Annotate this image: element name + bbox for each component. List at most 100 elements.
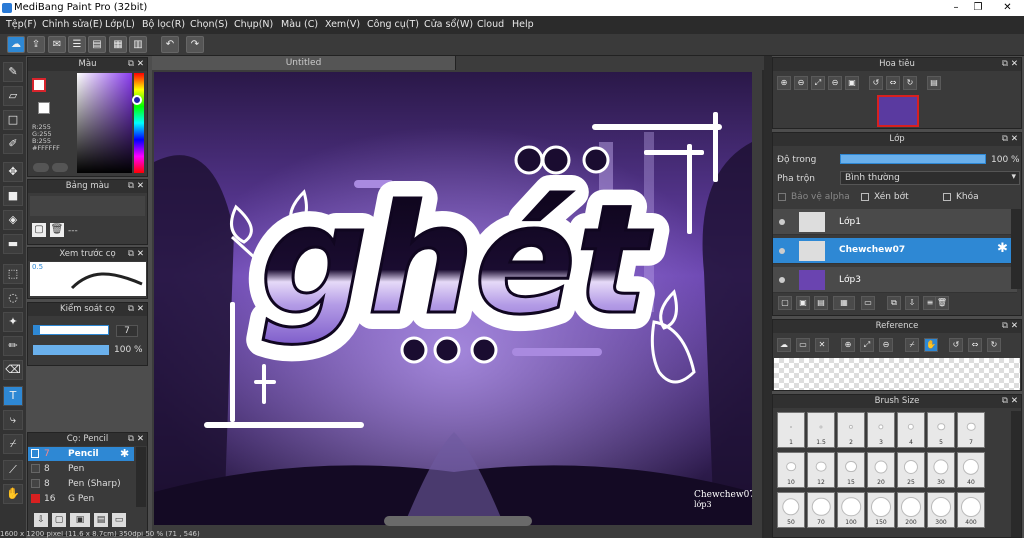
blend-mode-select[interactable]: Bình thường ▾	[840, 171, 1020, 185]
gradient-tool-icon[interactable]: ▬	[3, 234, 23, 254]
brush-size-preset[interactable]: 100	[837, 492, 865, 528]
eye-icon[interactable]	[779, 248, 785, 254]
menu-layer[interactable]: Lớp(L)	[105, 19, 135, 30]
gear-icon[interactable]: ✱	[120, 447, 129, 460]
brush-size-scrollbar[interactable]	[1011, 411, 1021, 537]
brush-size-preset[interactable]: 150	[867, 492, 895, 528]
brush-size-preset[interactable]: 4	[897, 412, 925, 448]
close-icon[interactable]: ✕	[137, 180, 144, 193]
brush-size-preset[interactable]: 200	[897, 492, 925, 528]
close-icon[interactable]: ✕	[1011, 58, 1018, 71]
brush-size-preset[interactable]: 7	[957, 412, 985, 448]
brush-size-preset[interactable]: 2	[837, 412, 865, 448]
navigator-thumbnail[interactable]	[877, 95, 919, 127]
close-icon[interactable]: ✕	[137, 303, 144, 316]
add-layer-dropdown-icon[interactable]: ▦	[833, 296, 855, 310]
brush-size-preset[interactable]: 25	[897, 452, 925, 488]
popout-icon[interactable]: ⧉	[128, 433, 134, 446]
zoom-in-icon[interactable]: ⊕	[841, 338, 855, 352]
secondary-color-swatch[interactable]	[38, 102, 50, 114]
brush-size-slider[interactable]	[33, 325, 109, 335]
select-eraser-tool-icon[interactable]: ⌫	[3, 360, 23, 380]
popout-icon[interactable]: ⧉	[128, 303, 134, 316]
new-halftone-layer-icon[interactable]: ▣	[796, 296, 810, 310]
menu-view[interactable]: Xem(V)	[325, 19, 360, 30]
popout-icon[interactable]: ⧉	[1002, 58, 1008, 71]
brush-size-preset[interactable]: 10	[777, 452, 805, 488]
brush-size-preset[interactable]: 1	[777, 412, 805, 448]
clipping-checkbox[interactable]	[861, 193, 869, 201]
layer-row[interactable]: Chewchew07 ✱	[773, 238, 1017, 264]
brush-item[interactable]: 8 Pen (Sharp)	[28, 477, 134, 491]
popout-icon[interactable]: ⧉	[128, 180, 134, 193]
menu-help[interactable]: Help	[512, 19, 534, 30]
close-icon[interactable]: ✕	[137, 248, 144, 261]
brush-size-preset[interactable]: 15	[837, 452, 865, 488]
brush-size-preset[interactable]: 1.5	[807, 412, 835, 448]
rotate-left-icon[interactable]: ↺	[869, 76, 883, 90]
chat-icon[interactable]: ☰	[68, 36, 86, 53]
new-brush-icon[interactable]: ▢	[52, 513, 66, 527]
eyedropper-tool-icon[interactable]: ⌿	[3, 434, 23, 454]
menu-edit[interactable]: Chỉnh sửa(E)	[42, 19, 103, 30]
brush-tool-icon[interactable]: ✎	[3, 62, 23, 82]
rotate-right-icon[interactable]: ↻	[903, 76, 917, 90]
brush-size-value[interactable]: 7	[116, 325, 138, 337]
select-pen-tool-icon[interactable]: ✏	[3, 336, 23, 356]
popout-icon[interactable]: ⧉	[128, 58, 134, 71]
rotate-right-icon[interactable]: ↻	[987, 338, 1001, 352]
close-button[interactable]: ✕	[991, 0, 1024, 15]
eraser-tool-icon[interactable]: ▱	[3, 86, 23, 106]
brush-size-preset[interactable]: 50	[777, 492, 805, 528]
close-reference-icon[interactable]: ✕	[815, 338, 829, 352]
merge-down-icon[interactable]: ⇩	[905, 296, 919, 310]
cloud-download-icon[interactable]: ⇩	[34, 513, 48, 527]
brush-size-preset[interactable]: 300	[927, 492, 955, 528]
fit-icon[interactable]: ⤢	[811, 76, 825, 90]
operation-tool-icon[interactable]: ⤷	[3, 410, 23, 430]
brush-size-preset[interactable]: 40	[957, 452, 985, 488]
flip-icon[interactable]: ⇔	[968, 338, 982, 352]
zoom-out-icon[interactable]: ⊖	[794, 76, 808, 90]
grid-icon[interactable]: ▦	[109, 36, 127, 53]
horizontal-scrollbar[interactable]	[384, 516, 532, 526]
new-palette-icon[interactable]: ▢	[32, 223, 46, 237]
document-icon[interactable]: ▤	[88, 36, 106, 53]
close-icon[interactable]: ✕	[137, 433, 144, 446]
reference-view[interactable]	[774, 358, 1020, 390]
brush-size-preset[interactable]: 20	[867, 452, 895, 488]
new-1bit-layer-icon[interactable]: ▤	[814, 296, 828, 310]
lock-checkbox[interactable]	[943, 193, 951, 201]
move-tool-icon[interactable]: ✥	[3, 162, 23, 182]
close-icon[interactable]: ✕	[1011, 395, 1018, 408]
gear-icon[interactable]: ✱	[997, 241, 1008, 256]
flip-icon[interactable]: ⇔	[886, 76, 900, 90]
hue-handle[interactable]	[132, 95, 142, 105]
document-tab[interactable]: Untitled	[152, 56, 456, 70]
new-layer-icon[interactable]: ▢	[778, 296, 792, 310]
fill-rect-tool-icon[interactable]: ■	[3, 186, 23, 206]
menu-select[interactable]: Chọn(S)	[190, 19, 228, 30]
popout-icon[interactable]: ⧉	[1002, 395, 1008, 408]
protect-alpha-checkbox[interactable]	[778, 193, 786, 201]
duplicate-layer-icon[interactable]: ⧉	[887, 296, 901, 310]
menu-window[interactable]: Cửa sổ(W)	[424, 19, 473, 30]
select-rect-tool-icon[interactable]: ⬚	[3, 264, 23, 284]
layer-scrollbar[interactable]	[1011, 209, 1021, 289]
zoom-out-icon[interactable]: ⊖	[879, 338, 893, 352]
popout-icon[interactable]: ⧉	[1002, 320, 1008, 333]
pen-tool-icon[interactable]: ✐	[3, 134, 23, 154]
popout-icon[interactable]: ⧉	[1002, 133, 1008, 146]
menu-color[interactable]: Màu (C)	[281, 19, 318, 30]
brush-size-preset[interactable]: 70	[807, 492, 835, 528]
rectangle-tool-icon[interactable]: □	[3, 110, 23, 130]
undo-icon[interactable]: ↶	[161, 36, 179, 53]
close-icon[interactable]: ✕	[1011, 320, 1018, 333]
zoom-in-icon[interactable]: ⊕	[777, 76, 791, 90]
layout-icon[interactable]: ▥	[129, 36, 147, 53]
brush-size-preset[interactable]: 30	[927, 452, 955, 488]
brush-size-preset[interactable]: 3	[867, 412, 895, 448]
eyedrop-icon[interactable]	[52, 163, 68, 172]
menu-cloud[interactable]: Cloud	[477, 19, 504, 30]
artwork-canvas[interactable]: ghét ghét Chewchew07 lớp3	[154, 72, 752, 525]
